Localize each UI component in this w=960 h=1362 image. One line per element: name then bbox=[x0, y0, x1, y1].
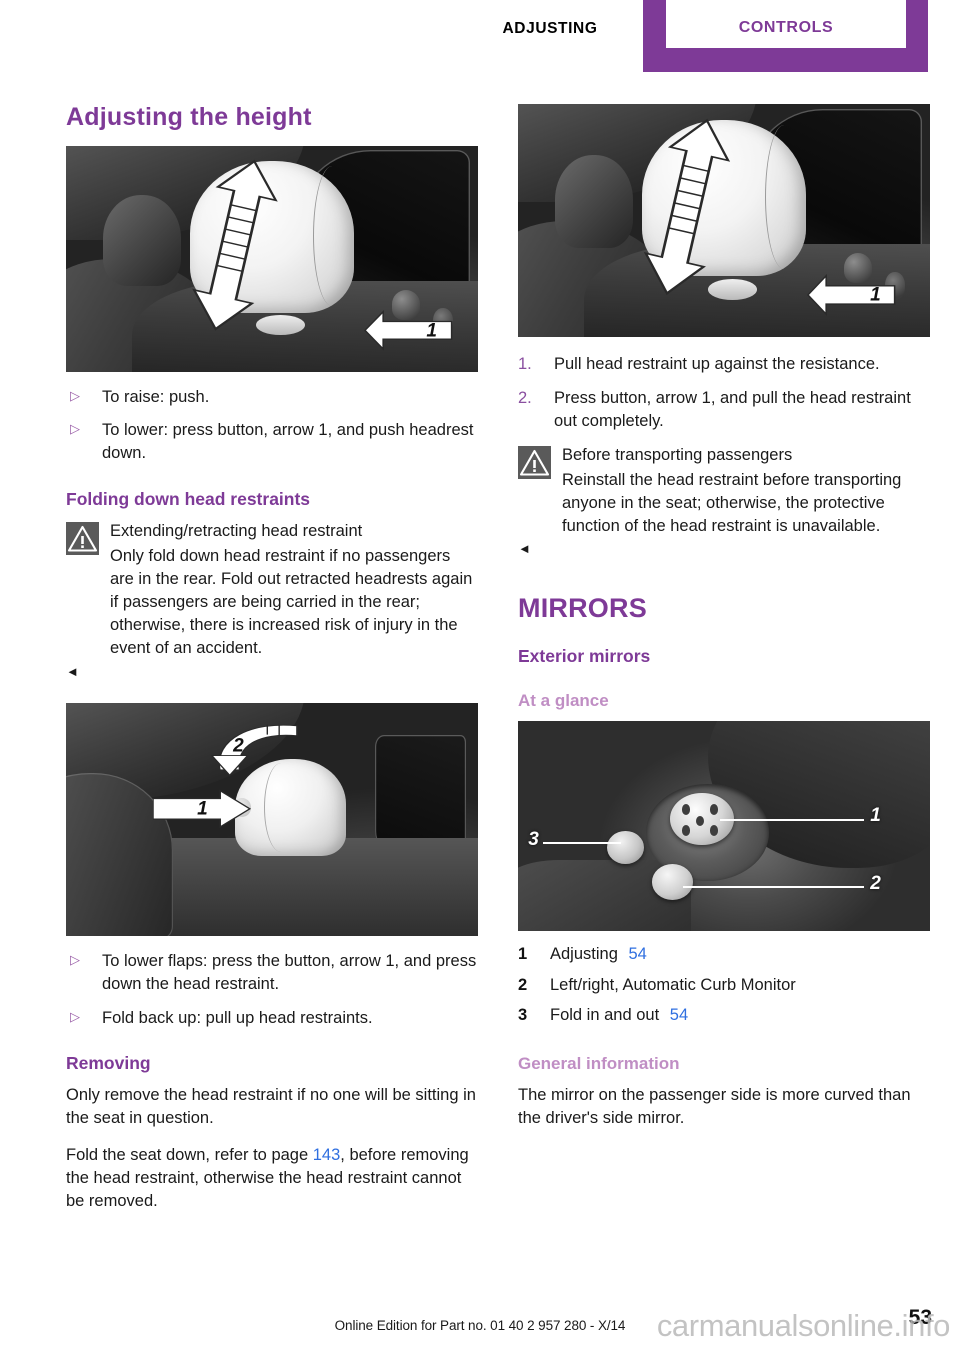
watermark-text: carmanualsonline.info bbox=[656, 1308, 951, 1343]
warning-before-transporting: Before transporting passengers Reinstall… bbox=[518, 444, 930, 561]
right-column: 1 1. Pull head restraint up against the … bbox=[518, 104, 930, 1144]
left-column: Adjusting the height 1 ▷ To raise: push.… bbox=[66, 103, 478, 1227]
callout-1-number: 1 bbox=[870, 284, 881, 306]
heading-mirrors: MIRRORS bbox=[518, 593, 647, 624]
header-section-label: ADJUSTING bbox=[502, 20, 598, 37]
bullet-marker-icon: ▷ bbox=[70, 421, 80, 437]
legend-item-2-number: 2 bbox=[518, 975, 528, 994]
warning-triangle-icon bbox=[518, 445, 551, 479]
legend-item-2: 2 Left/right, Automatic Curb Monitor bbox=[518, 974, 930, 997]
leader-line-3 bbox=[542, 842, 621, 845]
photo-head-restraint-post bbox=[707, 278, 757, 300]
photo-head-restraint-seam bbox=[313, 165, 351, 306]
step-1-text: Pull head restraint up against the resis… bbox=[554, 355, 880, 373]
figure-headrest-height: 1 bbox=[66, 145, 478, 372]
warning-transport-title: Before transporting passengers bbox=[562, 445, 793, 464]
bullet-raise-text: To raise: push. bbox=[102, 387, 210, 406]
callout-1-number: 1 bbox=[870, 805, 881, 827]
photo-secondary-headrest bbox=[103, 195, 182, 286]
bullets-folding: ▷ To lower flaps: press the button, arro… bbox=[66, 950, 478, 1030]
leader-line-1 bbox=[719, 819, 865, 822]
bullet-lower-flaps-text: To lower flaps: press the button, arrow … bbox=[102, 951, 477, 993]
bullet-marker-icon: ▷ bbox=[70, 951, 80, 967]
photo-secondary-headrest bbox=[555, 155, 634, 249]
bullet-lower: ▷ To lower: press button, arrow 1, and p… bbox=[66, 419, 478, 465]
removing-paragraph-1: Only remove the head restraint if no one… bbox=[66, 1086, 476, 1128]
joystick-dot bbox=[710, 804, 719, 815]
heading-removing: Removing bbox=[66, 1053, 151, 1074]
joystick-dot bbox=[681, 804, 691, 815]
step-1-number: 1. bbox=[518, 355, 532, 373]
warning-transport-body: Reinstall the head restraint before tran… bbox=[562, 470, 902, 535]
callout-1-number: 1 bbox=[197, 798, 208, 820]
heading-folding-down-head-restraints: Folding down head restraints bbox=[66, 489, 311, 510]
steps-removing-head-restraint: 1. Pull head restraint up against the re… bbox=[518, 353, 930, 433]
removing-paragraph-2: Fold the seat down, refer to page 143, b… bbox=[66, 1144, 478, 1213]
step-1: 1. Pull head restraint up against the re… bbox=[518, 353, 930, 376]
warning-folding-endmark: ◄ bbox=[66, 663, 79, 679]
callout-2: 2 bbox=[210, 731, 255, 761]
legend-item-3-label: Fold in and out bbox=[550, 1006, 660, 1025]
photo-fold-button bbox=[606, 830, 644, 865]
warning-folding-down: Extending/retracting head restraint Only… bbox=[66, 520, 478, 682]
photo-left-right-button bbox=[651, 864, 694, 900]
legend-item-1-label: Adjusting bbox=[550, 945, 618, 964]
warning-folding-body: Only fold down head restraint if no pass… bbox=[110, 547, 473, 657]
legend-item-3: 3 Fold in and out 54 bbox=[518, 1004, 930, 1027]
step-2-number: 2. bbox=[518, 388, 532, 407]
legend-item-1: 1 Adjusting 54 bbox=[518, 943, 930, 966]
bullet-fold-back-up-text: Fold back up: pull up head restraints. bbox=[102, 1008, 373, 1027]
joystick-dot bbox=[681, 825, 691, 836]
bullet-raise: ▷ To raise: push. bbox=[66, 386, 478, 409]
callout-2-number: 2 bbox=[870, 872, 881, 894]
photo-side-window bbox=[375, 735, 466, 852]
callout-1: 1 bbox=[363, 310, 454, 352]
heading-adjusting-the-height: Adjusting the height bbox=[66, 103, 312, 131]
legend-item-2-label: Left/right, Automatic Curb Monitor bbox=[550, 975, 796, 994]
bullets-adjusting-height: ▷ To raise: push. ▷ To lower: press butt… bbox=[66, 386, 478, 466]
bullet-lower-flaps: ▷ To lower flaps: press the button, arro… bbox=[66, 950, 478, 996]
step-2: 2. Press button, arrow 1, and pull the h… bbox=[518, 387, 930, 433]
heading-general-information: General information bbox=[518, 1053, 680, 1073]
joystick-dot bbox=[695, 815, 705, 827]
page-reference-143[interactable]: 143 bbox=[313, 1146, 341, 1164]
leader-line-2 bbox=[682, 886, 865, 889]
callout-1: 1 bbox=[806, 274, 897, 317]
bullet-lower-text: To lower: press button, arrow 1, and pus… bbox=[102, 421, 474, 463]
step-2-text: Press button, arrow 1, and pull the head… bbox=[554, 388, 911, 430]
warning-triangle-icon bbox=[66, 522, 99, 556]
warning-transport-endmark: ◄ bbox=[518, 541, 531, 557]
removing-paragraph-2-before: Fold the seat down, refer to page bbox=[66, 1146, 309, 1165]
figure-headrest-pull: 1 bbox=[518, 104, 930, 337]
warning-folding-title: Extending/retracting head restraint bbox=[110, 522, 363, 541]
legend-item-1-number: 1 bbox=[518, 945, 528, 964]
heading-at-a-glance: At a glance bbox=[518, 691, 609, 711]
figure-mirror-controls: 1 2 3 bbox=[518, 721, 930, 932]
figure-folding-head-restraint: 1 2 bbox=[66, 702, 478, 936]
bullet-marker-icon: ▷ bbox=[70, 1008, 80, 1024]
legend-mirror-controls: 1 Adjusting 54 2 Left/right, Automatic C… bbox=[518, 943, 930, 1027]
page-footer: Online Edition for Part no. 01 40 2 957 … bbox=[0, 1306, 960, 1346]
general-information-paragraph: The mirror on the passenger side is more… bbox=[518, 1086, 911, 1128]
bullet-marker-icon: ▷ bbox=[70, 387, 80, 403]
heading-exterior-mirrors: Exterior mirrors bbox=[518, 646, 651, 667]
legend-item-3-number: 3 bbox=[518, 1006, 528, 1025]
callout-3-number: 3 bbox=[528, 828, 539, 850]
bullet-fold-back-up: ▷ Fold back up: pull up head restraints. bbox=[66, 1007, 478, 1030]
legend-item-3-page[interactable]: 54 bbox=[670, 1006, 688, 1024]
legend-item-1-page[interactable]: 54 bbox=[628, 945, 646, 963]
callout-1: 1 bbox=[173, 794, 222, 824]
page-header: ADJUSTING CONTROLS bbox=[0, 0, 960, 72]
callout-1-number: 1 bbox=[426, 320, 437, 342]
callout-2-number: 2 bbox=[233, 735, 244, 757]
joystick-dot bbox=[710, 825, 719, 836]
header-chapter-tab: CONTROLS bbox=[738, 19, 834, 36]
